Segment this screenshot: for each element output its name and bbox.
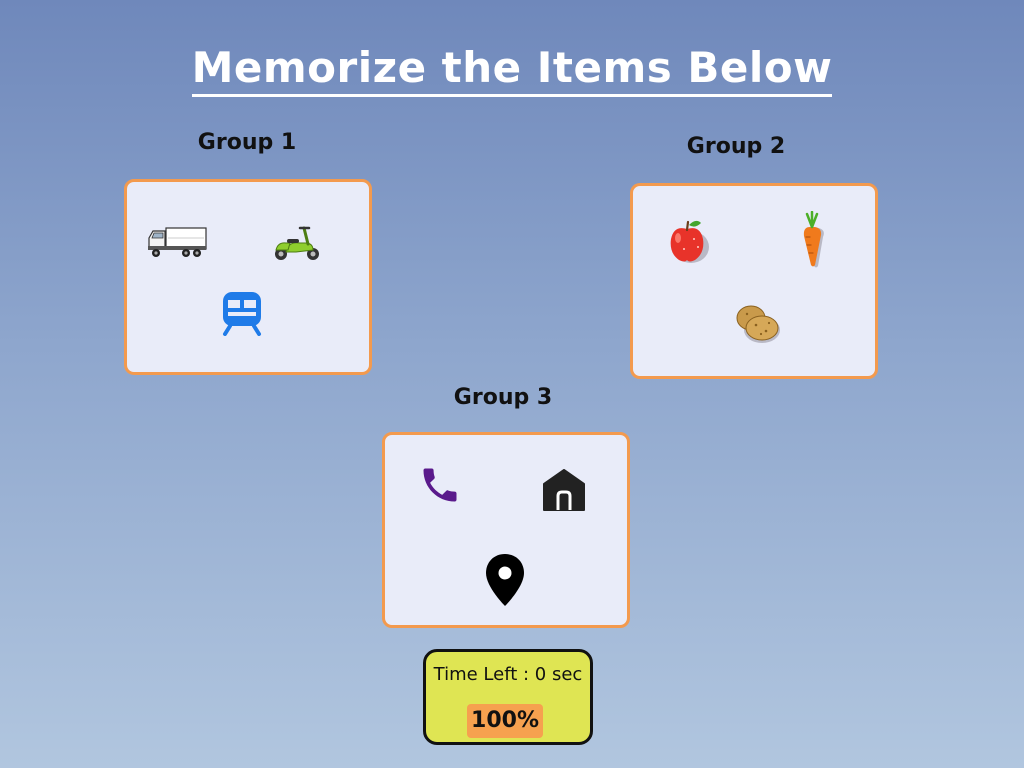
apple-icon (665, 216, 713, 266)
location-pin-icon (481, 551, 529, 609)
group-2-card (630, 183, 878, 379)
phone-icon (415, 460, 465, 510)
group-1-label: Group 1 (197, 130, 297, 155)
time-left-text: Time Left : 0 sec (433, 664, 583, 685)
potato-icon (731, 298, 785, 348)
group-2-label: Group 2 (686, 134, 786, 159)
progress-percent-badge: 100% (467, 704, 543, 738)
page-title-text: Memorize the Items Below (191, 42, 833, 97)
timer-panel: Time Left : 0 sec 100% (423, 649, 593, 745)
group-3-card (382, 432, 630, 628)
truck-icon (145, 222, 209, 262)
train-icon (218, 288, 266, 338)
carrot-icon (799, 210, 833, 270)
group-1-card (124, 179, 372, 375)
home-icon (539, 465, 589, 515)
page-title: Memorize the Items Below (0, 42, 1024, 97)
group-3-label: Group 3 (453, 385, 553, 410)
scooter-icon (271, 220, 323, 264)
